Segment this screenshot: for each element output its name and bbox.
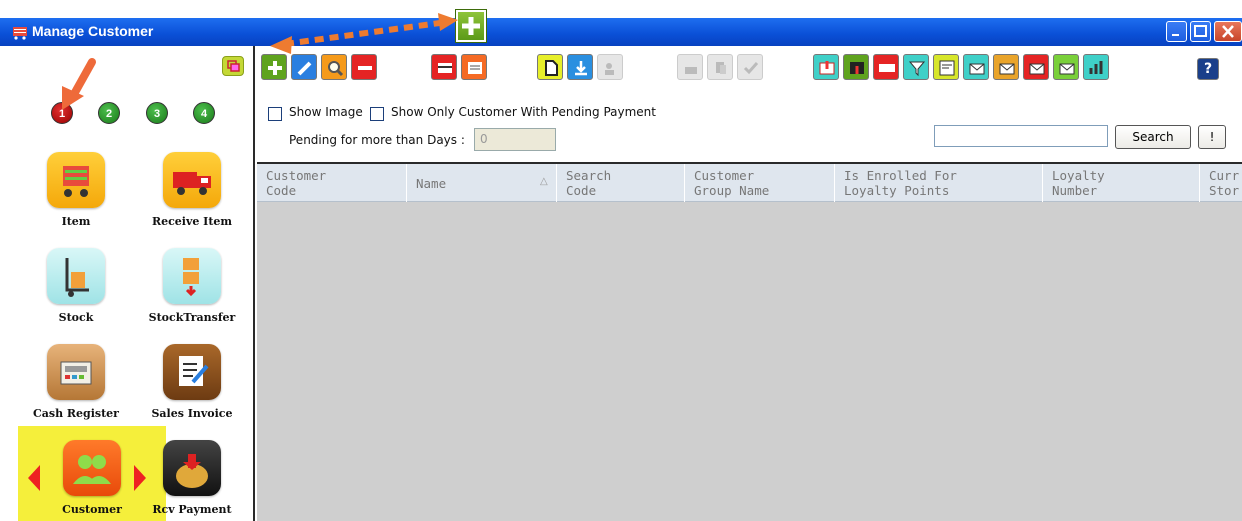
- page-1-button[interactable]: 1: [51, 102, 73, 124]
- delete-button[interactable]: [351, 54, 377, 80]
- add-callout-icon: [455, 9, 487, 43]
- customer-grid[interactable]: Customer Code Name △ Search Code Custome…: [257, 162, 1242, 521]
- mail-button[interactable]: [993, 54, 1019, 80]
- copy-disabled-button[interactable]: [707, 54, 733, 80]
- mail-green-button[interactable]: [1053, 54, 1079, 80]
- rs-button[interactable]: [933, 54, 959, 80]
- money-bag-icon: [163, 440, 221, 496]
- edit-button[interactable]: [291, 54, 317, 80]
- module-label: Item: [61, 215, 91, 228]
- users-disabled-button[interactable]: [597, 54, 623, 80]
- delivery-truck-icon: [163, 152, 221, 208]
- new-document-button[interactable]: [537, 54, 563, 80]
- check-disabled-button[interactable]: [737, 54, 763, 80]
- column-customer-code[interactable]: Customer Code: [257, 164, 407, 202]
- column-loyalty-number[interactable]: Loyalty Number: [1043, 164, 1200, 202]
- search-button-tb[interactable]: [321, 54, 347, 80]
- show-image-label: Show Image: [289, 105, 363, 119]
- window-title: Manage Customer: [32, 23, 154, 39]
- column-loyalty-enrolled[interactable]: Is Enrolled For Loyalty Points: [835, 164, 1043, 202]
- pending-days-input[interactable]: 0: [474, 128, 556, 151]
- title-bar: Manage Customer: [0, 18, 1242, 46]
- box-transfer-icon: [163, 248, 221, 304]
- module-receive-item[interactable]: Receive Item: [137, 152, 247, 228]
- sidebar-toggle-icon[interactable]: [222, 56, 244, 76]
- hand-truck-icon: [47, 248, 105, 304]
- page-2-button[interactable]: 2: [98, 102, 120, 124]
- module-label: Cash Register: [33, 407, 119, 420]
- module-item[interactable]: Item: [21, 152, 131, 228]
- customer-group-icon: [63, 440, 121, 496]
- maximize-button[interactable]: [1190, 21, 1211, 42]
- module-sales-invoice[interactable]: Sales Invoice: [137, 344, 247, 420]
- show-image-checkbox[interactable]: [268, 107, 282, 121]
- grid-import-button[interactable]: [843, 54, 869, 80]
- column-name[interactable]: Name: [407, 164, 557, 202]
- invoice-pencil-icon: [163, 344, 221, 400]
- calendar-button[interactable]: [873, 54, 899, 80]
- close-button[interactable]: [1214, 21, 1242, 42]
- page-4-button[interactable]: 4: [193, 102, 215, 124]
- mail-red-button[interactable]: [1023, 54, 1049, 80]
- module-cash-register[interactable]: Cash Register: [21, 344, 131, 420]
- extra-button[interactable]: !: [1198, 125, 1226, 149]
- module-stock[interactable]: Stock: [21, 248, 131, 324]
- module-label: Stock: [58, 311, 94, 324]
- card-button[interactable]: [431, 54, 457, 80]
- grid-export-button[interactable]: [813, 54, 839, 80]
- module-label: Receive Item: [151, 215, 233, 228]
- module-stock-transfer[interactable]: StockTransfer: [137, 248, 247, 324]
- search-button[interactable]: Search: [1115, 125, 1191, 149]
- filter-button[interactable]: [903, 54, 929, 80]
- show-pending-checkbox[interactable]: [370, 107, 384, 121]
- add-button[interactable]: [261, 54, 287, 80]
- column-customer-group-name[interactable]: Customer Group Name: [685, 164, 835, 202]
- grid-header: Customer Code Name △ Search Code Custome…: [257, 164, 1242, 202]
- column-current-store[interactable]: Curr Stor: [1200, 164, 1242, 202]
- search-input[interactable]: [934, 125, 1108, 147]
- print-disabled-button[interactable]: [677, 54, 703, 80]
- module-customer[interactable]: Customer: [37, 440, 147, 516]
- module-rcv-payment[interactable]: Rcv Payment: [137, 440, 247, 516]
- mail-check-button[interactable]: [963, 54, 989, 80]
- column-search-code[interactable]: Search Code: [557, 164, 685, 202]
- minimize-button[interactable]: [1166, 21, 1187, 42]
- chart-button[interactable]: [1083, 54, 1109, 80]
- shopping-cart-icon: [47, 152, 105, 208]
- cash-register-icon: [47, 344, 105, 400]
- sort-ascending-icon: △: [540, 176, 548, 187]
- cart-app-icon: [12, 24, 28, 40]
- module-label: Sales Invoice: [151, 407, 233, 420]
- show-pending-label: Show Only Customer With Pending Payment: [391, 105, 656, 119]
- module-label: Customer: [62, 503, 122, 516]
- card-print-button[interactable]: [461, 54, 487, 80]
- help-button[interactable]: ?: [1197, 58, 1219, 80]
- module-label: Rcv Payment: [152, 503, 232, 516]
- toolbar: ? Show Image Show Only Customer With Pen…: [257, 46, 1242, 164]
- pending-days-label: Pending for more than Days :: [289, 133, 465, 147]
- page-3-button[interactable]: 3: [146, 102, 168, 124]
- module-label: StockTransfer: [148, 311, 236, 324]
- download-button[interactable]: [567, 54, 593, 80]
